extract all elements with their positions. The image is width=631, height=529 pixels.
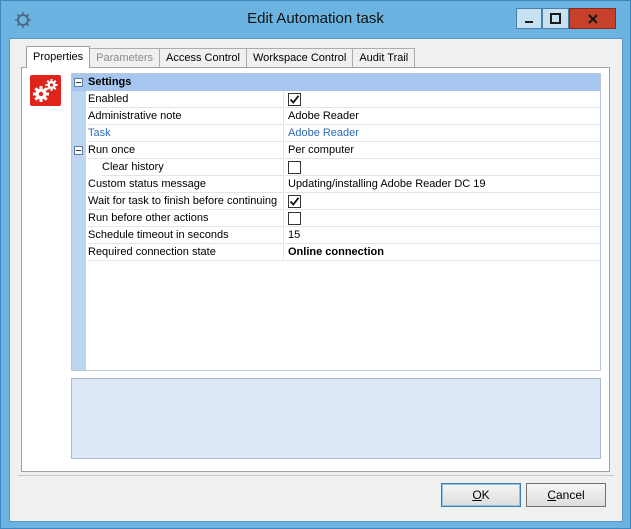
tab-properties[interactable]: Properties [26,46,91,68]
cancel-label-mnemonic: C [547,488,556,502]
checkmark-icon [289,95,300,104]
collapse-icon[interactable] [74,78,83,87]
property-row-schedule-timeout[interactable]: Schedule timeout in seconds 15 [72,227,600,244]
property-row-custom-status-message[interactable]: Custom status message Updating/installin… [72,176,600,193]
property-value[interactable] [285,210,600,227]
property-name: Clear history [102,159,284,176]
property-value[interactable]: Updating/installing Adobe Reader DC 19 [285,176,600,193]
close-icon [587,13,598,24]
button-separator [18,475,614,476]
property-name: Task [88,125,284,142]
property-name: Enabled [88,91,284,108]
ok-label-suffix: K [481,488,490,502]
dialog-client-area: Properties Parameters Access Control Wor… [9,38,623,522]
property-row-administrative-note[interactable]: Administrative note Adobe Reader [72,108,600,125]
property-row-required-connection-state[interactable]: Required connection state Online connect… [72,244,600,261]
property-row-run-before-other-actions[interactable]: Run before other actions [72,210,600,227]
minimize-icon [525,20,533,23]
cancel-button[interactable]: Cancel [526,483,606,507]
property-row-run-once[interactable]: Run once Per computer [72,142,600,159]
ok-button[interactable]: OK [441,483,521,507]
administrative-note-value: Adobe Reader [288,110,359,122]
description-panel [71,378,601,459]
maximize-button[interactable] [542,8,569,29]
required-connection-state-value: Online connection [288,246,384,258]
run-before-other-actions-checkbox[interactable] [288,212,301,225]
run-once-value: Per computer [288,144,355,156]
property-name: Schedule timeout in seconds [88,227,284,244]
schedule-timeout-value: 15 [288,229,301,241]
property-row-clear-history[interactable]: Clear history [72,159,600,176]
clear-history-checkbox[interactable] [288,161,301,174]
tab-strip: Properties Parameters Access Control Wor… [26,46,416,68]
custom-status-message-value: Updating/installing Adobe Reader DC 19 [288,178,486,190]
close-button[interactable] [569,8,616,29]
maximize-icon [550,13,561,24]
tab-access-control[interactable]: Access Control [159,48,247,68]
property-grid: Settings Enabled Administrative note Ado… [71,73,601,371]
property-value[interactable]: Online connection [285,244,600,261]
minimize-button[interactable] [516,8,542,29]
property-row-task[interactable]: Task Adobe Reader [72,125,600,142]
property-value[interactable]: Per computer [285,142,600,159]
property-name: Run once [88,142,284,159]
property-value[interactable]: Adobe Reader [285,125,600,142]
task-value: Adobe Reader [288,127,359,139]
property-name: Custom status message [88,176,284,193]
tab-workspace-control[interactable]: Workspace Control [245,48,354,68]
property-name: Run before other actions [88,210,284,227]
dialog-window: Edit Automation task Properties Paramete… [0,0,631,529]
cancel-label-suffix: ancel [555,488,585,502]
title-bar[interactable]: Edit Automation task [1,1,630,38]
properties-panel: Settings Enabled Administrative note Ado… [21,67,610,472]
collapse-icon[interactable] [74,146,83,155]
property-name: Wait for task to finish before continuin… [88,193,284,210]
category-label: Settings [88,76,132,88]
checkmark-icon [289,197,300,206]
enabled-checkbox[interactable] [288,93,301,106]
wait-for-task-checkbox[interactable] [288,195,301,208]
property-value[interactable] [285,159,600,176]
property-row-wait-for-task[interactable]: Wait for task to finish before continuin… [72,193,600,210]
property-value[interactable]: 15 [285,227,600,244]
property-value[interactable] [285,91,600,108]
property-value[interactable]: Adobe Reader [285,108,600,125]
property-name: Required connection state [88,244,284,261]
tab-audit-trail[interactable]: Audit Trail [352,48,416,68]
property-name: Administrative note [88,108,284,125]
gears-icon [30,75,61,106]
category-settings[interactable]: Settings [72,74,600,91]
tab-parameters[interactable]: Parameters [89,48,160,68]
property-row-enabled[interactable]: Enabled [72,91,600,108]
property-value[interactable] [285,193,600,210]
ok-label-mnemonic: O [472,488,482,502]
